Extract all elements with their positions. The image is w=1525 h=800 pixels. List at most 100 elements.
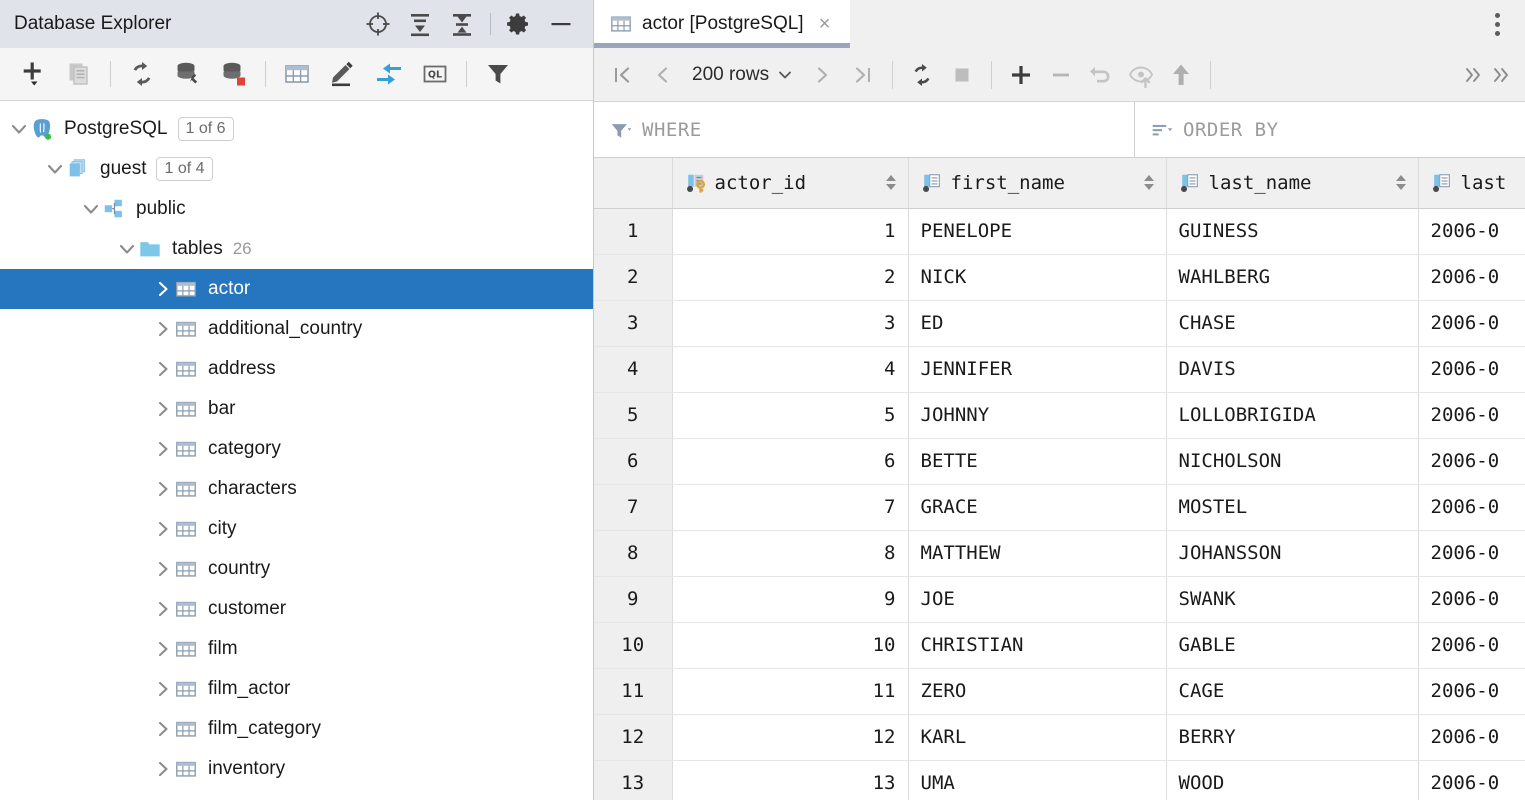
- cell-first_name[interactable]: ED: [908, 300, 1166, 346]
- cell-actor_id[interactable]: 10: [672, 622, 908, 668]
- table-row[interactable]: 77GRACEMOSTEL2006-0: [594, 484, 1525, 530]
- tree-item-film_actor[interactable]: film_actor: [0, 669, 593, 709]
- reload-icon[interactable]: [902, 54, 942, 96]
- minimize-icon[interactable]: [541, 4, 581, 44]
- cell-last_update[interactable]: 2006-0: [1418, 576, 1525, 622]
- cell-last_name[interactable]: GUINESS: [1166, 208, 1418, 254]
- chevron-right-icon[interactable]: [152, 278, 174, 300]
- cell-last_update[interactable]: 2006-0: [1418, 622, 1525, 668]
- refresh-icon[interactable]: [119, 52, 165, 96]
- tree-item-additional_country[interactable]: additional_country: [0, 309, 593, 349]
- chevron-right-icon[interactable]: [152, 718, 174, 740]
- cell-first_name[interactable]: CHRISTIAN: [908, 622, 1166, 668]
- cell-last_name[interactable]: CHASE: [1166, 300, 1418, 346]
- chevron-right-icon[interactable]: [152, 558, 174, 580]
- close-icon[interactable]: ×: [814, 13, 836, 35]
- cell-actor_id[interactable]: 4: [672, 346, 908, 392]
- more-options-icon[interactable]: [1481, 4, 1513, 44]
- table-row[interactable]: 1111ZEROCAGE2006-0: [594, 668, 1525, 714]
- cell-first_name[interactable]: KARL: [908, 714, 1166, 760]
- table-row[interactable]: 1212KARLBERRY2006-0: [594, 714, 1525, 760]
- chevron-right-icon[interactable]: [152, 398, 174, 420]
- row-number[interactable]: 8: [594, 530, 672, 576]
- cell-last_update[interactable]: 2006-0: [1418, 392, 1525, 438]
- cell-first_name[interactable]: JOE: [908, 576, 1166, 622]
- cell-last_name[interactable]: DAVIS: [1166, 346, 1418, 392]
- where-filter-input[interactable]: WHERE: [594, 102, 1135, 157]
- row-number[interactable]: 4: [594, 346, 672, 392]
- row-number[interactable]: 12: [594, 714, 672, 760]
- cell-actor_id[interactable]: 12: [672, 714, 908, 760]
- cell-actor_id[interactable]: 7: [672, 484, 908, 530]
- first-page-icon[interactable]: [602, 54, 642, 96]
- row-number[interactable]: 9: [594, 576, 672, 622]
- sort-toggle-icon[interactable]: [1144, 175, 1154, 190]
- ql-icon[interactable]: QL: [412, 52, 458, 96]
- cell-last_name[interactable]: WOOD: [1166, 760, 1418, 800]
- table-row[interactable]: 1010CHRISTIANGABLE2006-0: [594, 622, 1525, 668]
- tree-item-bar[interactable]: bar: [0, 389, 593, 429]
- expand-all-icon[interactable]: [400, 4, 440, 44]
- cell-actor_id[interactable]: 1: [672, 208, 908, 254]
- prev-page-icon[interactable]: [642, 54, 682, 96]
- cell-first_name[interactable]: BETTE: [908, 438, 1166, 484]
- chevron-down-icon[interactable]: [80, 198, 102, 220]
- row-number[interactable]: 13: [594, 760, 672, 800]
- filter-icon[interactable]: [610, 119, 632, 141]
- filter-icon[interactable]: [475, 52, 521, 96]
- overflow-chevrons-1-icon[interactable]: [1461, 55, 1487, 95]
- cell-last_name[interactable]: GABLE: [1166, 622, 1418, 668]
- chevron-down-icon[interactable]: [44, 158, 66, 180]
- tree-item-address[interactable]: address: [0, 349, 593, 389]
- chevron-right-icon[interactable]: [152, 518, 174, 540]
- chevron-right-icon[interactable]: [152, 318, 174, 340]
- tree-item-characters[interactable]: characters: [0, 469, 593, 509]
- cell-actor_id[interactable]: 2: [672, 254, 908, 300]
- cell-actor_id[interactable]: 6: [672, 438, 908, 484]
- column-header-last_update[interactable]: last: [1418, 158, 1525, 208]
- row-number[interactable]: 7: [594, 484, 672, 530]
- tree-item-inventory[interactable]: inventory: [0, 749, 593, 789]
- cell-last_update[interactable]: 2006-0: [1418, 300, 1525, 346]
- chevron-right-icon[interactable]: [152, 438, 174, 460]
- cell-first_name[interactable]: ZERO: [908, 668, 1166, 714]
- chevron-right-icon[interactable]: [152, 678, 174, 700]
- tree-item-tables[interactable]: tables26: [0, 229, 593, 269]
- cell-first_name[interactable]: JENNIFER: [908, 346, 1166, 392]
- chevron-down-icon[interactable]: [8, 118, 30, 140]
- sort-icon[interactable]: [1151, 119, 1173, 141]
- column-header-last_name[interactable]: last_name: [1166, 158, 1418, 208]
- tree-item-PostgreSQL[interactable]: PostgreSQL1 of 6: [0, 109, 593, 149]
- cell-first_name[interactable]: JOHNNY: [908, 392, 1166, 438]
- cell-last_update[interactable]: 2006-0: [1418, 438, 1525, 484]
- tree-item-guest[interactable]: guest1 of 4: [0, 149, 593, 189]
- cell-first_name[interactable]: UMA: [908, 760, 1166, 800]
- tree-item-country[interactable]: country: [0, 549, 593, 589]
- locate-icon[interactable]: [358, 4, 398, 44]
- table-icon[interactable]: [274, 52, 320, 96]
- table-row[interactable]: 88MATTHEWJOHANSSON2006-0: [594, 530, 1525, 576]
- next-page-icon[interactable]: [803, 54, 843, 96]
- cell-last_update[interactable]: 2006-0: [1418, 484, 1525, 530]
- cell-last_update[interactable]: 2006-0: [1418, 254, 1525, 300]
- cell-last_name[interactable]: SWANK: [1166, 576, 1418, 622]
- add-icon[interactable]: [10, 52, 56, 96]
- tree-item-actor[interactable]: actor: [0, 269, 593, 309]
- cell-last_name[interactable]: LOLLOBRIGIDA: [1166, 392, 1418, 438]
- add-row-icon[interactable]: [1001, 54, 1041, 96]
- sort-toggle-icon[interactable]: [886, 175, 896, 190]
- table-row[interactable]: 33EDCHASE2006-0: [594, 300, 1525, 346]
- database-diff-icon[interactable]: [211, 52, 257, 96]
- column-header-first_name[interactable]: first_name: [908, 158, 1166, 208]
- table-row[interactable]: 1313UMAWOOD2006-0: [594, 760, 1525, 800]
- chevron-right-icon[interactable]: [152, 598, 174, 620]
- cell-actor_id[interactable]: 3: [672, 300, 908, 346]
- overflow-chevrons-2-icon[interactable]: [1489, 55, 1515, 95]
- cell-actor_id[interactable]: 13: [672, 760, 908, 800]
- table-row[interactable]: 55JOHNNYLOLLOBRIGIDA2006-0: [594, 392, 1525, 438]
- row-number[interactable]: 11: [594, 668, 672, 714]
- chevron-right-icon[interactable]: [152, 638, 174, 660]
- chevron-right-icon[interactable]: [152, 358, 174, 380]
- database-tree[interactable]: PostgreSQL1 of 6guest1 of 4publictables2…: [0, 101, 593, 800]
- chevron-right-icon[interactable]: [152, 758, 174, 780]
